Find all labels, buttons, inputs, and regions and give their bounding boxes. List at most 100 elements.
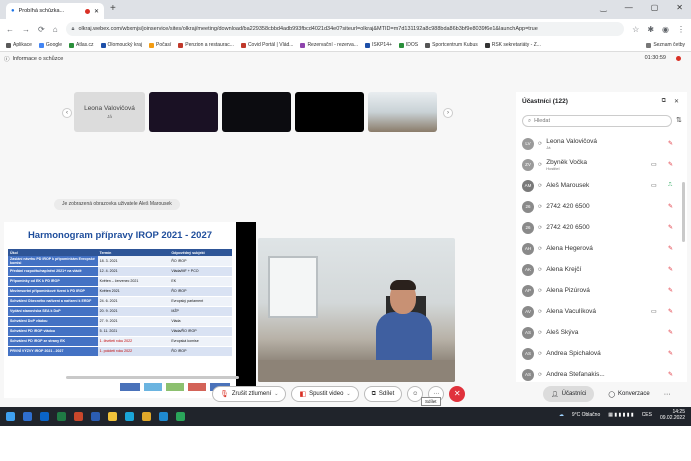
mic-muted-icon[interactable]: ✎: [668, 266, 673, 273]
chevron-down-icon[interactable]: ⌄: [346, 391, 350, 397]
bookmark-item[interactable]: Penzion a restaurac...: [178, 42, 234, 48]
tray-icons[interactable]: ▦ ▮ ▮ ▮ ▮ ▮: [608, 412, 633, 418]
language-indicator[interactable]: CES: [642, 412, 652, 418]
participant-row[interactable]: AS ⟳ Andrea Spichalová ✎: [522, 343, 680, 364]
outlook-icon[interactable]: [40, 412, 49, 421]
share-banner: Je zobrazená obrazovka uživatele Aleš Ma…: [54, 199, 180, 210]
bookmark-item[interactable]: Sportcentrum Kubus: [425, 42, 478, 48]
app-icon[interactable]: [176, 412, 185, 421]
bookmark-item[interactable]: ISKP14+: [365, 42, 392, 48]
participant-row[interactable]: AM ⟳ Aleš Marousek ▭ ⎍: [522, 175, 680, 196]
bookmark-item[interactable]: RSK sekretariáty - Z...: [484, 42, 541, 48]
minimize-icon[interactable]: —: [625, 3, 633, 12]
sort-icon[interactable]: ⇅: [676, 116, 682, 124]
mic-muted-icon[interactable]: ✎: [668, 308, 673, 315]
mic-muted-icon[interactable]: ✎: [668, 161, 673, 168]
conversation-button[interactable]: ◯ Konverzace: [608, 391, 649, 398]
mic-muted-icon[interactable]: ✎: [668, 329, 673, 336]
more-icon[interactable]: ···: [664, 391, 671, 398]
active-speaker-video[interactable]: [258, 238, 455, 382]
search-input[interactable]: Hledat: [534, 118, 550, 124]
search-icon[interactable]: [23, 412, 32, 421]
tab-search-icon[interactable]: ‿: [600, 3, 606, 12]
reading-list[interactable]: Seznam četby: [646, 42, 685, 48]
mic-muted-icon[interactable]: ✎: [668, 245, 673, 252]
participant-row[interactable]: AS ⟳ Aleš Skýva ✎: [522, 322, 680, 343]
menu-icon[interactable]: ⋮: [677, 25, 685, 34]
new-tab-button[interactable]: +: [110, 3, 116, 14]
participant-row[interactable]: AK ⟳ Alena Krejčí ✎: [522, 259, 680, 280]
home-icon[interactable]: ⌂: [53, 25, 58, 34]
tab-close-icon[interactable]: ✕: [94, 8, 99, 15]
mic-muted-icon[interactable]: ✎: [668, 140, 673, 147]
clock[interactable]: 14:25 09.02.2022: [660, 409, 685, 421]
start-video-button[interactable]: ◧ Spustit video ⌄: [291, 386, 359, 402]
mic-muted-icon[interactable]: ✎: [668, 371, 673, 378]
extensions-icon[interactable]: ✱: [647, 25, 654, 34]
participant-search[interactable]: ⌕ Hledat: [522, 115, 672, 127]
profile-icon[interactable]: ◉: [662, 25, 669, 34]
popout-icon[interactable]: ⧉: [662, 98, 666, 105]
bookmark-item[interactable]: Google: [38, 42, 62, 48]
browser-tab[interactable]: ● Probíhá schůzka... ✕: [6, 3, 104, 19]
participant-thumbnail[interactable]: Leona Valovičová Já: [74, 92, 145, 132]
participants-button[interactable]: 👤︎ Účastníci: [543, 386, 595, 402]
participant-row[interactable]: ZV ⟳ Zbyněk Vočka Hostitel ▭ ✎: [522, 154, 680, 175]
horizontal-scrollbar[interactable]: [66, 376, 239, 379]
participants-scrollbar[interactable]: [682, 182, 685, 242]
participant-row[interactable]: AP ⟳ Alena Pizúrová ✎: [522, 280, 680, 301]
maximize-icon[interactable]: ▢: [651, 3, 659, 12]
participant-thumbnail[interactable]: [222, 92, 291, 132]
bookmark-item[interactable]: Aplikace: [6, 42, 32, 48]
edge-icon[interactable]: [159, 412, 168, 421]
participant-row[interactable]: 26 ⟳ 2742 420 6500 ✎: [522, 217, 680, 238]
thumbs-next-button[interactable]: ›: [443, 108, 453, 118]
participant-thumbnail[interactable]: [368, 92, 437, 132]
participant-name: 2742 420 6500: [546, 224, 590, 231]
chevron-down-icon[interactable]: ⌄: [274, 391, 278, 397]
mic-on-icon[interactable]: ⎍: [668, 182, 672, 189]
close-panel-icon[interactable]: ✕: [674, 98, 679, 105]
bookmark-item[interactable]: IDOS: [398, 42, 418, 48]
windows-start-icon[interactable]: [6, 412, 15, 421]
bookmark-item[interactable]: Covid Portál | Vlád...: [240, 42, 293, 48]
participant-row[interactable]: 26 ⟳ 2742 420 6500 ✎: [522, 196, 680, 217]
participant-row[interactable]: AV ⟳ Alena Vaculíková ▭ ✎: [522, 301, 680, 322]
video-on-icon: ▭: [651, 309, 657, 315]
powerpoint-icon[interactable]: [74, 412, 83, 421]
star-icon[interactable]: ☆: [632, 25, 639, 34]
mic-muted-icon[interactable]: ✎: [668, 350, 673, 357]
bookmark-item[interactable]: Olomoucký kraj: [100, 42, 142, 48]
skype-icon[interactable]: [125, 412, 134, 421]
back-icon[interactable]: ←: [6, 25, 14, 34]
participant-thumbnail[interactable]: [149, 92, 218, 132]
meeting-info[interactable]: ⓘ Informace o schůzce: [4, 55, 63, 63]
unmute-button[interactable]: 🎙︎ Zrušit ztlumení ⌄: [212, 386, 287, 402]
connection-icon: ⟳: [538, 287, 543, 294]
participant-row[interactable]: LV ⟳ Leona Valovičová Já ✎: [522, 133, 680, 154]
url-bar[interactable]: 🔒︎ olkraj.webex.com/wbxmjs/joinservice/s…: [65, 22, 625, 36]
bookmark-item[interactable]: Rezervační - rezerva...: [300, 42, 358, 48]
weather-text[interactable]: 9°C Oblačno: [572, 412, 600, 418]
mic-muted-icon[interactable]: ✎: [668, 203, 673, 210]
table-cell: 1. pololetí roku 2022: [97, 346, 170, 357]
participant-row[interactable]: AS ⟳ Andrea Stefanakis... ✎: [522, 364, 680, 385]
word-icon[interactable]: [91, 412, 100, 421]
participant-row[interactable]: AH ⟳ Alena Hegerová ✎: [522, 238, 680, 259]
participant-thumbnail[interactable]: [295, 92, 364, 132]
forward-icon[interactable]: →: [22, 25, 30, 34]
mic-muted-icon[interactable]: ✎: [668, 224, 673, 231]
reload-icon[interactable]: ⟳: [38, 25, 45, 34]
share-button[interactable]: ⧉ Sdílet: [363, 386, 403, 402]
close-window-icon[interactable]: ✕: [676, 3, 683, 12]
end-call-button[interactable]: ✕: [449, 386, 466, 402]
chrome-icon[interactable]: [142, 412, 151, 421]
bookmark-item[interactable]: Počasí: [149, 42, 171, 48]
bookmark-item[interactable]: Atlas.cz: [69, 42, 94, 48]
explorer-icon[interactable]: [108, 412, 117, 421]
excel-icon[interactable]: [57, 412, 66, 421]
thumbs-prev-button[interactable]: ‹: [62, 108, 72, 118]
avatar: LV: [522, 137, 534, 150]
tab-title: Probíhá schůzka...: [18, 8, 65, 14]
mic-muted-icon[interactable]: ✎: [668, 287, 673, 294]
